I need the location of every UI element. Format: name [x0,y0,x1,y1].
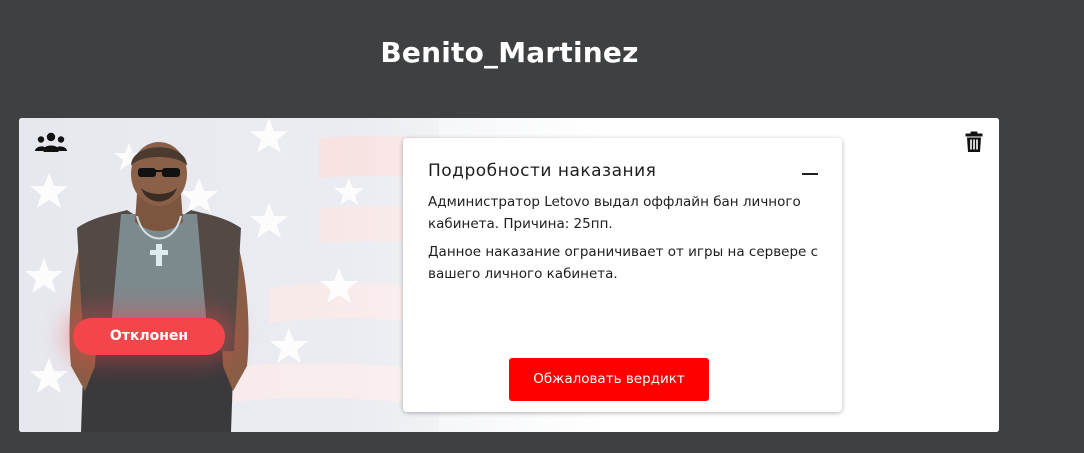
details-body: Администратор Letovo выдал оффлайн бан л… [428,191,828,291]
minus-icon[interactable] [802,173,818,175]
details-title: Подробности наказания [428,161,657,181]
punishment-card: Отклонен Подробности наказания Администр… [19,118,999,432]
page-title: Benito_Martinez [380,36,639,69]
trash-icon[interactable] [965,131,983,153]
status-badge: Отклонен [73,318,225,355]
details-paragraph-reason: Администратор Letovo выдал оффлайн бан л… [428,194,801,232]
details-paragraph-restriction: Данное наказание ограничивает от игры на… [428,244,819,282]
punishment-details-panel: Подробности наказания Администратор Leto… [403,138,842,412]
appeal-verdict-button[interactable]: Обжаловать вердикт [509,358,709,401]
character-avatar [69,142,249,432]
